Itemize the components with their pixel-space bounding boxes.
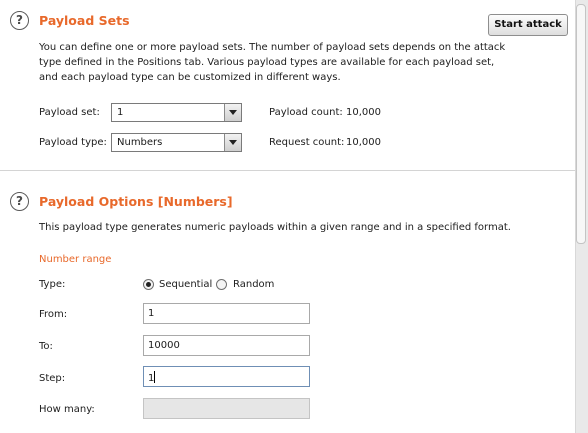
- sequential-radio[interactable]: [143, 279, 154, 290]
- request-count-label: Request count:: [269, 137, 345, 148]
- payload-set-value: 1: [117, 107, 124, 118]
- how-many-label: How many:: [39, 404, 95, 415]
- payload-count-value: 10,000: [346, 107, 381, 118]
- payload-type-select[interactable]: Numbers: [111, 133, 242, 152]
- text-caret: [154, 371, 156, 383]
- payload-type-label: Payload type:: [39, 137, 107, 148]
- request-count-value: 10,000: [346, 137, 381, 148]
- start-attack-button[interactable]: Start attack: [488, 14, 568, 36]
- payload-count-label: Payload count:: [269, 107, 343, 118]
- step-label: Step:: [39, 373, 66, 384]
- step-value: 1: [148, 371, 156, 384]
- intruder-payloads-panel: ? Payload Sets Start attack You can defi…: [0, 0, 576, 433]
- help-icon[interactable]: ?: [10, 192, 29, 211]
- random-radio[interactable]: [216, 279, 227, 290]
- random-label[interactable]: Random: [233, 279, 274, 290]
- payload-set-label: Payload set:: [39, 107, 100, 118]
- to-value: 10000: [148, 340, 180, 351]
- chevron-down-icon[interactable]: [224, 104, 241, 121]
- payload-sets-description: You can define one or more payload sets.…: [39, 42, 506, 83]
- to-label: To:: [39, 341, 53, 352]
- help-icon[interactable]: ?: [10, 11, 29, 30]
- from-value: 1: [148, 308, 155, 319]
- from-input[interactable]: 1: [143, 303, 310, 324]
- payload-options-description: This payload type generates numeric payl…: [39, 222, 511, 233]
- scrollbar-thumb[interactable]: [576, 4, 586, 244]
- vertical-scrollbar[interactable]: [575, 0, 588, 433]
- how-many-input: [143, 398, 310, 419]
- payload-set-select[interactable]: 1: [111, 103, 242, 122]
- payload-options-title: Payload Options [Numbers]: [39, 194, 233, 209]
- sequential-label[interactable]: Sequential: [159, 279, 212, 290]
- chevron-down-icon[interactable]: [224, 134, 241, 151]
- step-input[interactable]: 1: [143, 366, 310, 387]
- number-range-heading: Number range: [39, 254, 112, 265]
- payload-sets-title: Payload Sets: [39, 13, 130, 28]
- number-type-label: Type:: [39, 279, 66, 290]
- section-divider: [0, 170, 576, 171]
- from-label: From:: [39, 309, 68, 320]
- payload-type-value: Numbers: [117, 137, 163, 148]
- to-input[interactable]: 10000: [143, 335, 310, 356]
